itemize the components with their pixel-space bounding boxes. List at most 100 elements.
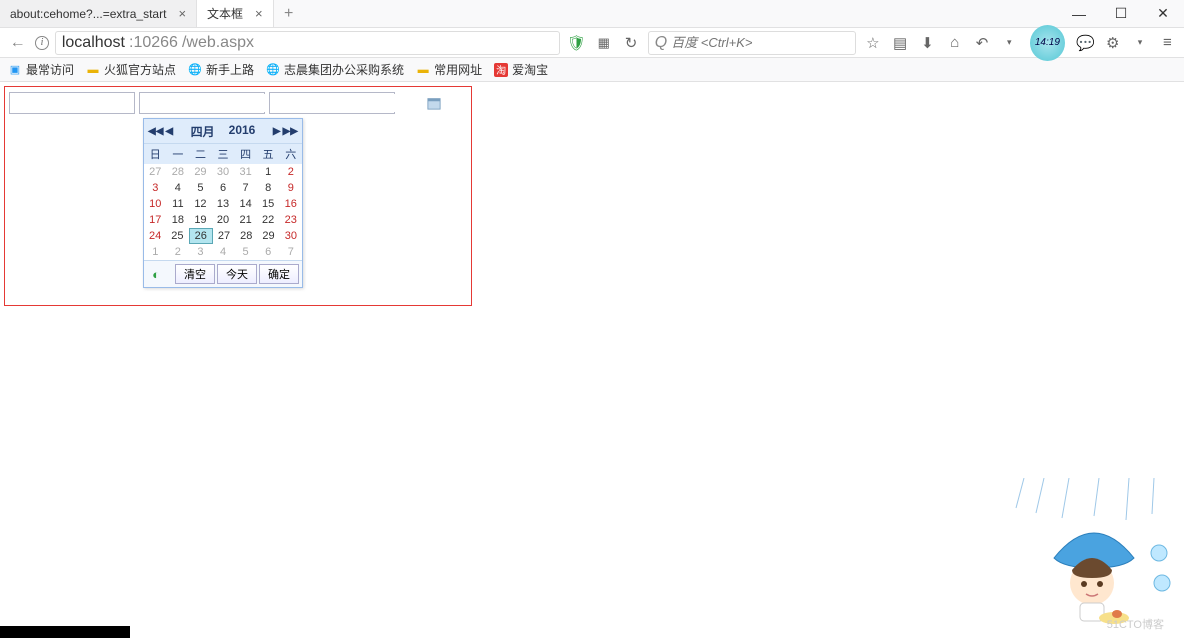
calendar-day[interactable]: 2 [167,244,190,260]
calendar-day[interactable]: 2 [279,164,302,180]
calendar-day[interactable]: 22 [257,212,280,228]
download-icon[interactable]: ⬇ [917,32,938,54]
tao-icon: 淘 [494,63,508,77]
calendar-day[interactable]: 12 [189,196,212,212]
calendar-day[interactable]: 28 [167,164,190,180]
home-icon[interactable]: ⌂ [944,32,965,54]
calendar-day[interactable]: 4 [212,244,235,260]
calendar-ok-button[interactable]: 确定 [259,264,299,284]
reader-icon[interactable]: ▤ [889,32,910,54]
bookmark-firefox-official[interactable]: ▬火狐官方站点 [86,61,176,78]
calendar-day[interactable]: 16 [279,196,302,212]
browser-tab-0[interactable]: about:cehome?...=extra_start × [0,0,197,27]
calendar-trigger-icon[interactable] [427,95,441,111]
close-icon[interactable]: × [255,6,263,21]
clock-widget[interactable]: 14:19 [1030,25,1065,61]
star-icon[interactable]: ☆ [862,32,883,54]
calendar-day[interactable]: 7 [234,180,257,196]
calendar-day[interactable]: 14 [234,196,257,212]
calendar-popup: ◀◀ ◀ 四月 2016 ▶ ▶▶ 日 一 二 三 四 五 六 [143,118,303,288]
prev-month-button[interactable]: ◀ [165,126,173,137]
site-info-icon[interactable]: i [35,36,49,50]
calendar-dow-row: 日 一 二 三 四 五 六 [144,143,302,164]
calendar-day[interactable]: 4 [167,180,190,196]
bookmark-common-urls[interactable]: ▬常用网址 [416,61,482,78]
calendar-day[interactable]: 23 [279,212,302,228]
minimize-button[interactable]: — [1058,0,1100,27]
calendar-day[interactable]: 13 [212,196,235,212]
calendar-day[interactable]: 19 [189,212,212,228]
date-input-2[interactable] [269,92,395,114]
calendar-day[interactable]: 15 [257,196,280,212]
calendar-day[interactable]: 5 [189,180,212,196]
bookmark-getting-started[interactable]: 🌐新手上路 [188,61,254,78]
calendar-day[interactable]: 11 [167,196,190,212]
bookmark-label: 爱淘宝 [512,61,548,78]
calendar-day[interactable]: 6 [212,180,235,196]
bookmark-most-visited[interactable]: ▣最常访问 [8,61,74,78]
tab-title: 文本框 [207,5,243,22]
calendar-day[interactable]: 21 [234,212,257,228]
calendar-day[interactable]: 10 [144,196,167,212]
next-month-button[interactable]: ▶ [273,126,281,137]
prev-year-button[interactable]: ◀◀ [148,126,163,137]
calendar-day[interactable]: 26 [189,228,213,244]
calendar-day[interactable]: 6 [257,244,280,260]
date-input-1[interactable] [139,92,265,114]
calendar-day[interactable]: 18 [167,212,190,228]
chat-icon[interactable]: 💬 [1075,32,1096,54]
shield-icon[interactable]: 🛡 [566,32,587,54]
calendar-today-button[interactable]: 今天 [217,264,257,284]
bookmark-zhichen[interactable]: 🌐志晨集团办公采购系统 [266,61,404,78]
qr-icon[interactable]: ▦ [593,32,614,54]
search-box[interactable]: Q [648,31,856,55]
calendar-day[interactable]: 1 [144,244,167,260]
highlight-box: ◀◀ ◀ 四月 2016 ▶ ▶▶ 日 一 二 三 四 五 六 [4,86,472,306]
calendar-day[interactable]: 17 [144,212,167,228]
text-input-1[interactable] [9,92,135,114]
url-box[interactable]: localhost:10266/web.aspx [55,31,560,55]
calendar-day[interactable]: 25 [166,228,188,244]
calendar-tip-icon[interactable]: ◐ [147,265,165,283]
input-row [9,92,467,114]
browser-tab-1[interactable]: 文本框 × [197,0,274,27]
calendar-year[interactable]: 2016 [229,123,256,140]
new-tab-button[interactable]: + [274,0,304,27]
calendar-day[interactable]: 9 [279,180,302,196]
calendar-clear-button[interactable]: 清空 [175,264,215,284]
reload-icon[interactable]: ↻ [620,32,641,54]
plugin-dropdown-icon[interactable]: ▾ [1129,32,1150,54]
calendar-day[interactable]: 3 [189,244,212,260]
calendar-day[interactable]: 30 [212,164,235,180]
calendar-day[interactable]: 29 [257,228,279,244]
date-field-2[interactable] [272,94,427,112]
calendar-day[interactable]: 30 [280,228,302,244]
calendar-day[interactable]: 24 [144,228,166,244]
dow: 一 [167,144,190,164]
calendar-day[interactable]: 27 [213,228,235,244]
calendar-day[interactable]: 27 [144,164,167,180]
undo-dropdown-icon[interactable]: ▾ [999,32,1020,54]
window-close-button[interactable]: ✕ [1142,0,1184,27]
calendar-day[interactable]: 31 [234,164,257,180]
search-input[interactable] [671,33,849,53]
undo-icon[interactable]: ↶ [971,32,992,54]
bookmark-label: 最常访问 [26,61,74,78]
hamburger-icon[interactable]: ≡ [1157,32,1178,54]
calendar-day[interactable]: 5 [234,244,257,260]
next-year-button[interactable]: ▶▶ [283,126,298,137]
bookmark-aitaobao[interactable]: 淘爱淘宝 [494,61,548,78]
calendar-day[interactable]: 29 [189,164,212,180]
back-button[interactable]: ← [6,31,29,55]
calendar-month[interactable]: 四月 [191,123,215,140]
dow: 四 [234,144,257,164]
maximize-button[interactable]: ☐ [1100,0,1142,27]
calendar-day[interactable]: 8 [257,180,280,196]
calendar-day[interactable]: 7 [279,244,302,260]
calendar-day[interactable]: 20 [212,212,235,228]
close-icon[interactable]: × [178,6,186,21]
calendar-day[interactable]: 3 [144,180,167,196]
plugin-icon[interactable]: ⚙ [1102,32,1123,54]
calendar-day[interactable]: 1 [257,164,280,180]
calendar-day[interactable]: 28 [235,228,257,244]
